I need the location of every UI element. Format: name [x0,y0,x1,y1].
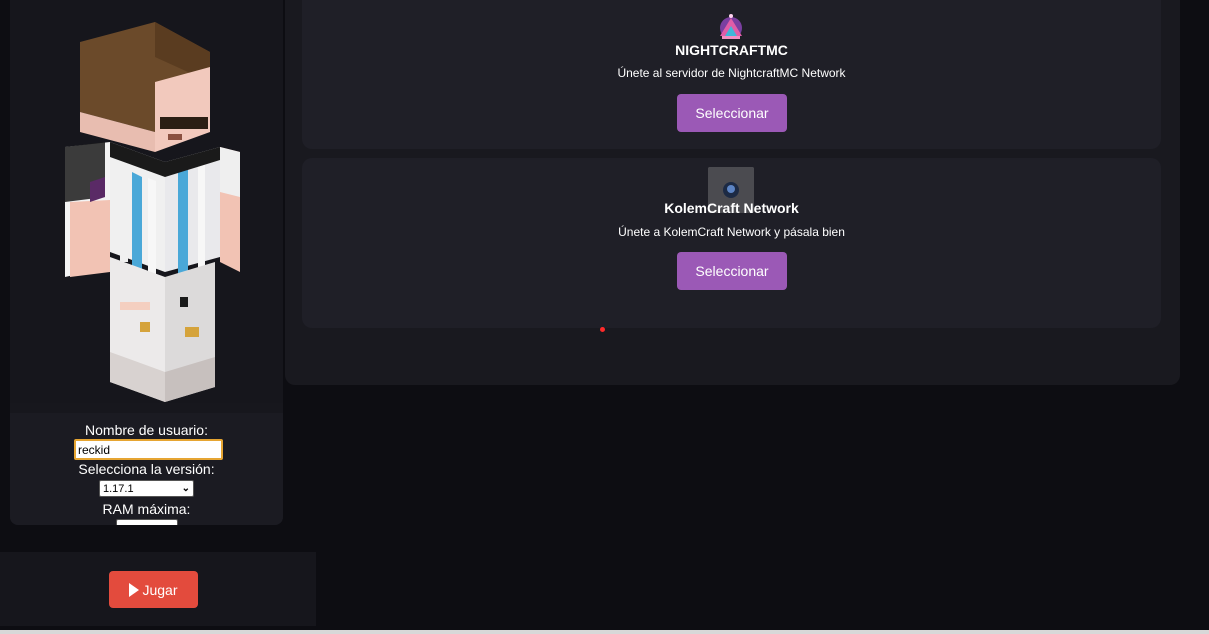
launcher-window: Nombre de usuario: Selecciona la versión… [0,0,1209,634]
play-icon [129,582,140,597]
play-button-label: Jugar [142,581,178,598]
version-label: Selecciona la versión: [78,461,215,477]
ram-label: RAM máxima: [102,501,191,517]
launch-bar: Jugar [0,552,316,626]
cursor-dot [600,327,605,332]
server-card: NIGHTCRAFTMC Únete al servidor de Nightc… [302,0,1161,149]
server-card: KolemCraft Network Únete a KolemCraft Ne… [302,158,1161,328]
minecraft-skin-preview [65,22,240,402]
version-select-value: 1.17.1 [103,482,134,495]
login-form: Nombre de usuario: Selecciona la versión… [10,413,283,525]
server-list: NIGHTCRAFTMC Únete al servidor de Nightc… [285,0,1180,385]
version-select[interactable]: 1.17.1 ⌄ [99,480,194,497]
chevron-down-icon: ⌄ [181,483,190,494]
select-server-button[interactable]: Seleccionar [677,252,787,290]
username-label: Nombre de usuario: [85,422,208,438]
window-bottom-edge [0,630,1209,634]
username-input[interactable] [74,439,223,460]
play-button[interactable]: Jugar [109,571,198,608]
server-description: Únete al servidor de NightcraftMC Networ… [617,66,846,80]
server-name: KolemCraft Network [664,200,799,216]
ram-select[interactable] [116,519,178,525]
select-server-button[interactable]: Seleccionar [677,94,787,132]
server-description: Únete a KolemCraft Network y pásala bien [618,225,845,239]
skin-preview-area [10,0,283,403]
profile-panel: Nombre de usuario: Selecciona la versión… [10,0,283,525]
server-name: NIGHTCRAFTMC [675,42,788,58]
